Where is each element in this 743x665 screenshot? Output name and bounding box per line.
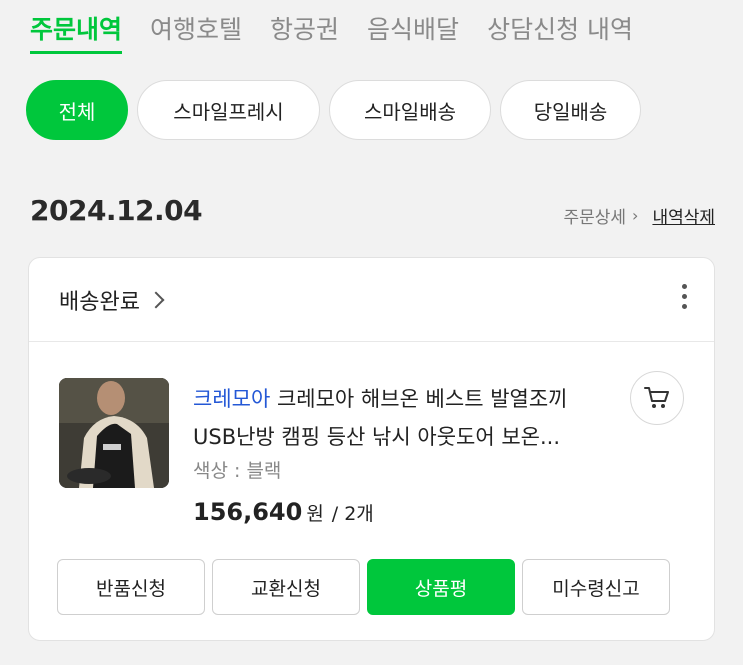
product-price: 156,640 [193, 498, 303, 526]
order-card: 배송완료 크레모아 크레모아 해브온 베스트 발열조끼 USB난방 캠핑 등산 … [28, 257, 715, 641]
product-thumbnail[interactable] [59, 378, 169, 488]
chip-smile-fresh[interactable]: 스마일프레시 [137, 80, 320, 140]
exchange-request-button[interactable]: 교환신청 [212, 559, 360, 615]
tab-consultation-history[interactable]: 상담신청 내역 [487, 10, 633, 54]
tab-flights[interactable]: 항공권 [270, 10, 339, 54]
order-detail-link[interactable]: 주문상세 › [563, 203, 638, 228]
category-tabs: 주문내역 여행호텔 항공권 음식배달 상담신청 내역 [30, 10, 661, 54]
product-title-line1: 크레모아 해브온 베스트 발열조끼 [276, 387, 568, 411]
cart-icon [644, 387, 669, 408]
return-request-button[interactable]: 반품신청 [57, 559, 205, 615]
tab-order-history[interactable]: 주문내역 [30, 10, 123, 54]
price-row: 156,640 원 / 2개 [193, 498, 374, 526]
delivery-status-label: 배송완료 [59, 290, 140, 315]
tab-food-delivery[interactable]: 음식배달 [367, 10, 459, 54]
order-links: 주문상세 › 내역삭제 [563, 203, 715, 228]
chip-all[interactable]: 전체 [26, 80, 128, 140]
product-title[interactable]: 크레모아 크레모아 해브온 베스트 발열조끼 USB난방 캠핑 등산 낚시 아웃… [193, 380, 603, 456]
brand-link[interactable]: 크레모아 [193, 387, 270, 411]
order-actions: 반품신청 교환신청 상품평 미수령신고 [57, 559, 677, 615]
delivery-status-link[interactable]: 배송완료 [59, 284, 165, 316]
order-detail-label: 주문상세 [563, 208, 627, 228]
chip-smile-delivery[interactable]: 스마일배송 [329, 80, 491, 140]
chevron-right-icon: › [632, 206, 639, 225]
not-received-report-button[interactable]: 미수령신고 [522, 559, 670, 615]
chevron-right-icon [147, 291, 165, 309]
more-vertical-icon[interactable] [680, 284, 688, 314]
product-title-line2: USB난방 캠핑 등산 낚시 아웃도어 보온... [193, 425, 560, 449]
product-photo-icon [59, 378, 169, 488]
currency-label: 원 [306, 503, 324, 525]
separator: / [331, 503, 339, 525]
tab-travel-hotel[interactable]: 여행호텔 [150, 10, 242, 54]
quantity-label: 2개 [344, 503, 374, 525]
add-to-cart-button[interactable] [630, 371, 684, 425]
filter-chips: 전체 스마일프레시 스마일배송 당일배송 [26, 80, 650, 140]
product-option: 색상 : 블랙 [193, 460, 282, 482]
chip-same-day-delivery[interactable]: 당일배송 [500, 80, 641, 140]
write-review-button[interactable]: 상품평 [367, 559, 515, 615]
delete-history-link[interactable]: 내역삭제 [652, 203, 715, 228]
order-card-header: 배송완료 [29, 258, 714, 342]
order-date: 2024.12.04 [30, 194, 203, 227]
